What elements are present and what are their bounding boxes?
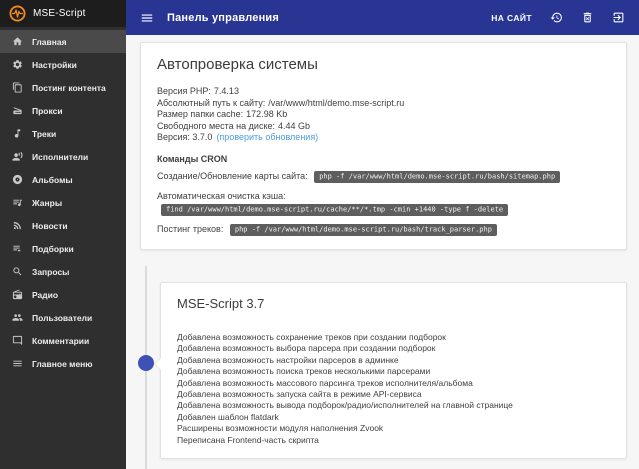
sidebar-item-label: Главное меню [32,358,93,369]
card-notch [155,357,161,370]
sidebar-item-label: Жанры [32,197,63,208]
search-icon [13,267,22,276]
sidebar-menu: Главная Настройки Постинг контента Прокс… [0,27,126,375]
logo-text: MSE-Script [33,8,86,19]
disk-free-row: Свободного места на диске: 4.44 Gb [157,120,311,131]
sidebar: MSE-Script Главная Настройки Постинг кон… [0,0,126,469]
sidebar-item-label: Комментарии [32,335,90,346]
site-path-row: Абсолютный путь к сайту:/var/www/html/de… [157,97,405,108]
sidebar-item-label: Исполнители [32,151,89,162]
sidebar-item-label: Главная [32,36,67,47]
to-site-link[interactable]: НА САЙТ [491,13,532,23]
changelog-timeline: MSE-Script 3.7 Добавлена возможность сох… [126,250,639,469]
sidebar-item-main-menu[interactable]: Главное меню [0,352,126,375]
changelog-item: Переписана Frontend-часть скрипта [177,434,319,445]
system-info: Версия PHP: 7.4.13 Абсолютный путь к сайт… [141,73,626,144]
changelog-version-title: MSE-Script 3.7 [177,295,265,311]
radio-icon [12,289,23,300]
timeline-dot [138,354,154,371]
changelog-items: Добавлена возможность сохранение треков … [161,311,626,446]
sidebar-item-label: Новости [32,220,68,231]
scanner-icon [13,107,22,115]
cron-commands-title: Команды CRON [157,153,228,164]
sidebar-item-proxy[interactable]: Прокси [0,99,126,122]
logout-icon[interactable] [612,11,625,24]
topbar-actions: НА САЙТ [491,11,639,24]
history-icon[interactable] [550,11,563,24]
sidebar-item-label: Постинг контента [32,82,106,93]
changelog-card-3-7: MSE-Script 3.7 Добавлена возможность сох… [155,281,627,460]
sidebar-item-label: Настройки [32,59,77,70]
sidebar-item-tracks[interactable]: Треки [0,122,126,145]
rss-icon [13,222,21,230]
sidebar-item-comments[interactable]: Комментарии [0,329,126,352]
track-parser-cron-code: php -f /var/www/html/demo.mse-script.ru/… [229,224,497,236]
changelog-item: Добавлена возможность запуска сайта в ре… [177,389,422,399]
gear-icon [13,60,22,69]
clear-cache-trash-icon[interactable] [581,11,594,24]
php-version-row: Версия PHP: 7.4.13 [157,86,239,96]
comment-icon [12,335,23,346]
sidebar-item-label: Альбомы [32,174,73,185]
changelog-item: Добавлен шаблон flatdark [177,411,279,422]
sidebar-item-collections[interactable]: Подборки [0,237,126,260]
copy-pages-icon [12,82,22,93]
system-check-card: Автопроверка системы Версия PHP: 7.4.13 А… [140,42,627,250]
changelog-item: Добавлена возможность массового парсинга… [177,377,473,388]
check-updates-link[interactable]: (проверить обновления) [216,132,318,142]
sidebar-item-albums[interactable]: Альбомы [0,168,126,191]
logo: MSE-Script [0,0,126,27]
topbar: Панель управления НА САЙТ [126,0,639,35]
cron-sitemap-row: Создание/Обновление карты сайта: php -f … [141,170,626,184]
changelog-item: Добавлена возможность выбора парсера при… [177,343,436,354]
voice-over-icon [12,151,23,161]
script-version-row: Версия: 3.7.0 (проверить обновления) [157,132,319,143]
sidebar-item-home[interactable]: Главная [0,30,126,53]
cron-cache-clean-row: Автоматическая очистка кэша: find /var/w… [141,190,626,217]
sidebar-item-genres[interactable]: Жанры [0,191,126,214]
home-icon [12,37,23,46]
sidebar-item-radio[interactable]: Радио [0,283,126,306]
page-title: Панель управления [167,11,279,24]
changelog-item: Добавлена возможность сохранение треков … [177,331,446,342]
sidebar-item-label: Подборки [32,243,74,254]
changelog-item: Добавлена возможность вывода подборок/ра… [177,400,513,411]
sidebar-item-label: Прокси [32,105,63,116]
hamburger-menu-icon[interactable] [140,11,154,25]
sidebar-item-label: Запросы [32,266,70,277]
sidebar-item-artists[interactable]: Исполнители [0,145,126,168]
sidebar-item-users[interactable]: Пользователи [0,306,126,329]
sidebar-item-requests[interactable]: Запросы [0,260,126,283]
changelog-item: Добавлена возможность настройки парсеров… [177,354,399,365]
changelog-item: Расширены возможности модуля наполнения … [177,423,384,434]
cache-size-row: Размер папки cache: 172.98 Kb [157,109,288,120]
sidebar-item-news[interactable]: Новости [0,214,126,237]
cache-clean-cron-code: find /var/www/html/demo.mse-script.ru/ca… [161,204,509,216]
album-icon [12,174,23,185]
main-content: Автопроверка системы Версия PHP: 7.4.13 А… [126,35,639,469]
changelog-item: Добавлена возможность поиска треков неск… [177,366,431,377]
playlist-icon [13,245,21,252]
sidebar-item-label: Радио [32,289,59,300]
people-icon [12,314,23,321]
menu-lines-icon [13,360,22,367]
system-check-title: Автопроверка системы [157,56,318,73]
sidebar-item-label: Треки [32,128,57,139]
cron-track-posting-row: Постинг треков: php -f /var/www/html/dem… [141,223,626,237]
music-note-icon [14,129,21,138]
sidebar-item-label: Пользователи [32,312,93,323]
sidebar-item-settings[interactable]: Настройки [0,53,126,76]
sitemap-cron-code: php -f /var/www/html/demo.mse-script.ru/… [314,171,561,183]
sidebar-item-content-posting[interactable]: Постинг контента [0,76,126,99]
queue-music-icon [13,199,23,207]
mse-logo-icon [9,5,26,22]
